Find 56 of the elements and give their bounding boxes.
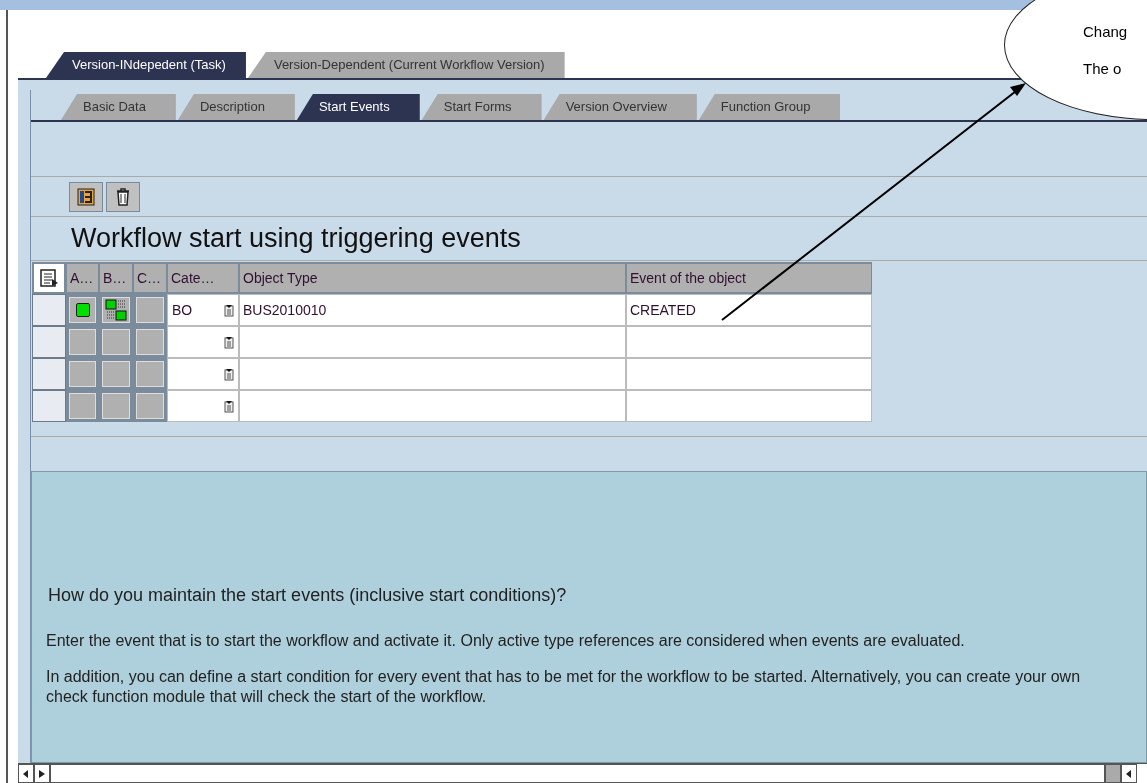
empty-cell [136, 361, 164, 387]
active-status[interactable] [69, 297, 96, 323]
table-cell[interactable] [239, 326, 626, 358]
table-cell-text: BO [172, 300, 193, 320]
row-selector[interactable] [32, 390, 66, 422]
table-cell[interactable]: CREATED [626, 294, 872, 326]
document-icon[interactable] [224, 303, 234, 317]
tab[interactable]: Function Group [698, 94, 841, 120]
trash-icon [115, 187, 131, 206]
document-icon[interactable] [224, 335, 234, 349]
row-selector[interactable] [32, 294, 66, 326]
empty-cell [136, 393, 164, 419]
callout-text: Chang [1083, 22, 1129, 42]
horizontal-scrollbar[interactable] [18, 763, 1147, 783]
column-header[interactable]: B… [99, 262, 133, 294]
document-icon[interactable] [224, 399, 234, 413]
column-header[interactable]: Cate… [167, 262, 239, 294]
document-icon[interactable] [224, 367, 234, 381]
link-grid-icon [105, 299, 127, 321]
tab[interactable]: Start Forms [421, 94, 542, 120]
table-cell[interactable] [626, 390, 872, 422]
table-cell[interactable] [626, 358, 872, 390]
table-cell[interactable] [626, 326, 872, 358]
table-settings-button[interactable] [32, 262, 66, 294]
column-header[interactable]: Event of the object [626, 262, 872, 294]
active-status-icon [75, 303, 90, 317]
column-header[interactable]: C… [133, 262, 167, 294]
detail-icon [77, 187, 95, 206]
scroll-thumb[interactable] [1105, 764, 1121, 783]
help-title: How do you maintain the start events (inclusive start conditions)? [47, 584, 568, 607]
empty-cell [136, 297, 164, 323]
tab[interactable]: Basic Data [61, 94, 176, 120]
empty-cell [136, 329, 164, 355]
help-paragraph: In addition, you can define a start condition for every event that has to be met for the workflow to be started. Alternatively, you can create your own check function module that will check the start of the workflow. [46, 667, 1082, 707]
scroll-left-icon[interactable] [1121, 764, 1137, 783]
column-header[interactable]: Object Type [239, 262, 626, 294]
help-paragraph: Enter the event that is to start the workflow and activate it. Only active type references are considered when events are evaluated. [46, 631, 966, 651]
row-selector[interactable] [32, 358, 66, 390]
callout-text: The o [1083, 58, 1123, 79]
column-header[interactable]: A… [66, 262, 99, 294]
tab[interactable]: Version-INdepedent (Task) [46, 52, 246, 78]
tab[interactable]: Description [177, 94, 295, 120]
linkage-status[interactable] [102, 297, 130, 323]
table-cell[interactable] [239, 358, 626, 390]
row-selector[interactable] [32, 326, 66, 358]
toolbar-button[interactable] [69, 181, 103, 212]
table-cell[interactable]: BUS2010010 [239, 294, 626, 326]
scroll-left-icon[interactable] [18, 764, 34, 783]
scroll-right-icon[interactable] [34, 764, 50, 783]
section-title: Workflow start using triggering events [71, 222, 521, 256]
table-cell[interactable] [239, 390, 626, 422]
tab[interactable]: Start Events [296, 94, 420, 120]
tab[interactable]: Version Overview [543, 94, 697, 120]
tab[interactable]: Version-Dependent (Current Workflow Version) [247, 52, 565, 78]
toolbar-button[interactable] [106, 181, 140, 212]
list-icon [39, 268, 59, 288]
